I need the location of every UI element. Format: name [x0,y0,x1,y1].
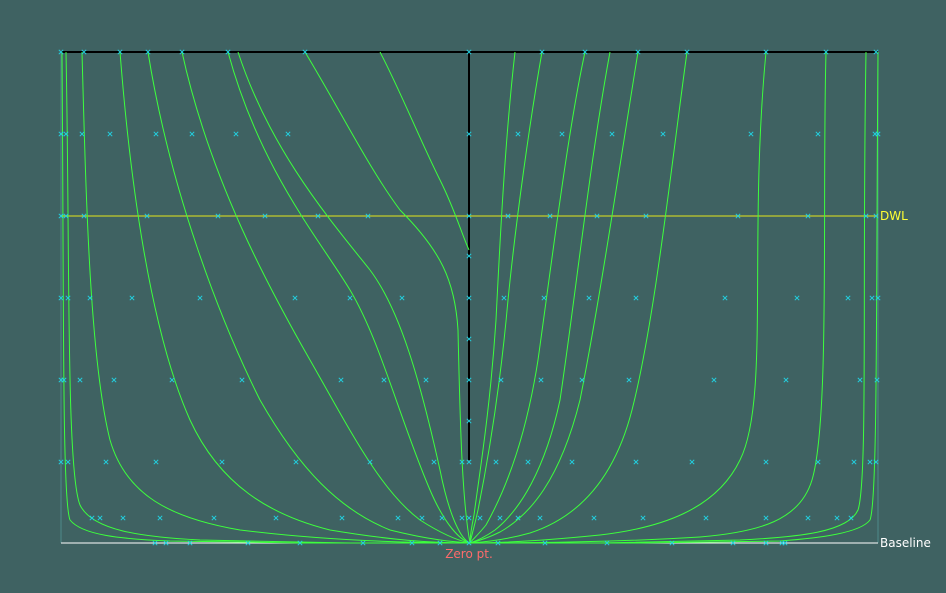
control-point-x-icon[interactable] [189,131,195,137]
control-point-x-icon[interactable] [219,459,225,465]
control-point-x-icon[interactable] [431,459,437,465]
baseline-label: Baseline [880,536,931,550]
station-curve [470,51,879,544]
station-curve [469,51,586,544]
control-point-x-icon[interactable] [626,377,632,383]
control-point-x-icon[interactable] [834,515,840,521]
control-point-x-icon[interactable] [381,377,387,383]
station-curve [469,51,639,544]
control-point-x-icon[interactable] [292,295,298,301]
control-point-x-icon[interactable] [77,377,83,383]
control-point-x-icon[interactable] [89,515,95,521]
body-plan-view: DWL Baseline Zero pt. [58,49,931,561]
control-point-x-icon[interactable] [65,295,71,301]
control-point-x-icon[interactable] [273,515,279,521]
control-point-x-icon[interactable] [169,377,175,383]
control-point-x-icon[interactable] [233,131,239,137]
control-point-x-icon[interactable] [874,377,880,383]
control-point-x-icon[interactable] [805,515,811,521]
control-point-x-icon[interactable] [493,459,499,465]
control-point-x-icon[interactable] [609,131,615,137]
control-point-x-icon[interactable] [111,377,117,383]
control-point-x-icon[interactable] [153,459,159,465]
control-point-x-icon[interactable] [851,459,857,465]
control-point-x-icon[interactable] [815,459,821,465]
control-point-x-icon[interactable] [157,515,163,521]
control-point-x-icon[interactable] [197,295,203,301]
control-point-x-icon[interactable] [497,515,503,521]
control-point-x-icon[interactable] [711,377,717,383]
control-point-x-icon[interactable] [79,131,85,137]
control-point-x-icon[interactable] [501,295,507,301]
control-point-x-icon[interactable] [339,515,345,521]
zero-point-label: Zero pt. [445,547,493,561]
control-point-x-icon[interactable] [466,515,472,521]
station-curve [470,51,867,544]
control-point-x-icon[interactable] [107,131,113,137]
dwl-label: DWL [880,209,908,223]
control-point-x-icon[interactable] [525,459,531,465]
control-point-x-icon[interactable] [869,295,875,301]
station-curve [469,51,827,544]
control-point-x-icon[interactable] [347,295,353,301]
station-curve [181,51,471,544]
station-curve [469,51,688,544]
control-point-x-icon[interactable] [763,459,769,465]
station-curve [379,51,470,251]
control-point-x-icon[interactable] [423,377,429,383]
control-point-x-icon[interactable] [153,131,159,137]
control-point-x-icon[interactable] [783,377,789,383]
control-point-x-icon[interactable] [559,131,565,137]
control-point-x-icon[interactable] [515,131,521,137]
control-point-x-icon[interactable] [748,131,754,137]
control-point-x-icon[interactable] [815,131,821,137]
control-point-x-icon[interactable] [586,295,592,301]
control-point-x-icon[interactable] [211,515,217,521]
control-point-x-icon[interactable] [640,515,646,521]
station-curve [469,51,767,544]
control-point-x-icon[interactable] [689,459,695,465]
control-point-x-icon[interactable] [633,295,639,301]
control-point-x-icon[interactable] [633,459,639,465]
control-point-x-icon[interactable] [477,515,483,521]
control-point-x-icon[interactable] [293,459,299,465]
control-point-x-icon[interactable] [703,515,709,521]
control-point-x-icon[interactable] [399,295,405,301]
control-point-x-icon[interactable] [120,515,126,521]
control-point-x-icon[interactable] [285,131,291,137]
control-point-x-icon[interactable] [538,377,544,383]
control-point-x-icon[interactable] [103,459,109,465]
control-point-x-icon[interactable] [591,515,597,521]
control-point-x-icon[interactable] [722,295,728,301]
control-point-x-icon[interactable] [867,459,873,465]
control-point-x-icon[interactable] [439,515,445,521]
control-point-x-icon[interactable] [459,515,465,521]
control-point-x-icon[interactable] [763,515,769,521]
station-curve [304,51,471,544]
control-point-x-icon[interactable] [395,515,401,521]
control-point-x-icon[interactable] [537,515,543,521]
control-point-x-icon[interactable] [660,131,666,137]
control-point-x-icon[interactable] [129,295,135,301]
control-point-x-icon[interactable] [857,377,863,383]
control-point-x-icon[interactable] [794,295,800,301]
control-point-x-icon[interactable] [845,295,851,301]
control-point-x-icon[interactable] [65,459,71,465]
control-point-x-icon[interactable] [338,377,344,383]
control-point-x-icon[interactable] [97,515,103,521]
control-point-x-icon[interactable] [541,295,547,301]
control-point-x-icon[interactable] [239,377,245,383]
control-point-x-icon[interactable] [466,459,472,465]
control-point-x-icon[interactable] [569,459,575,465]
control-point-x-icon[interactable] [419,515,425,521]
